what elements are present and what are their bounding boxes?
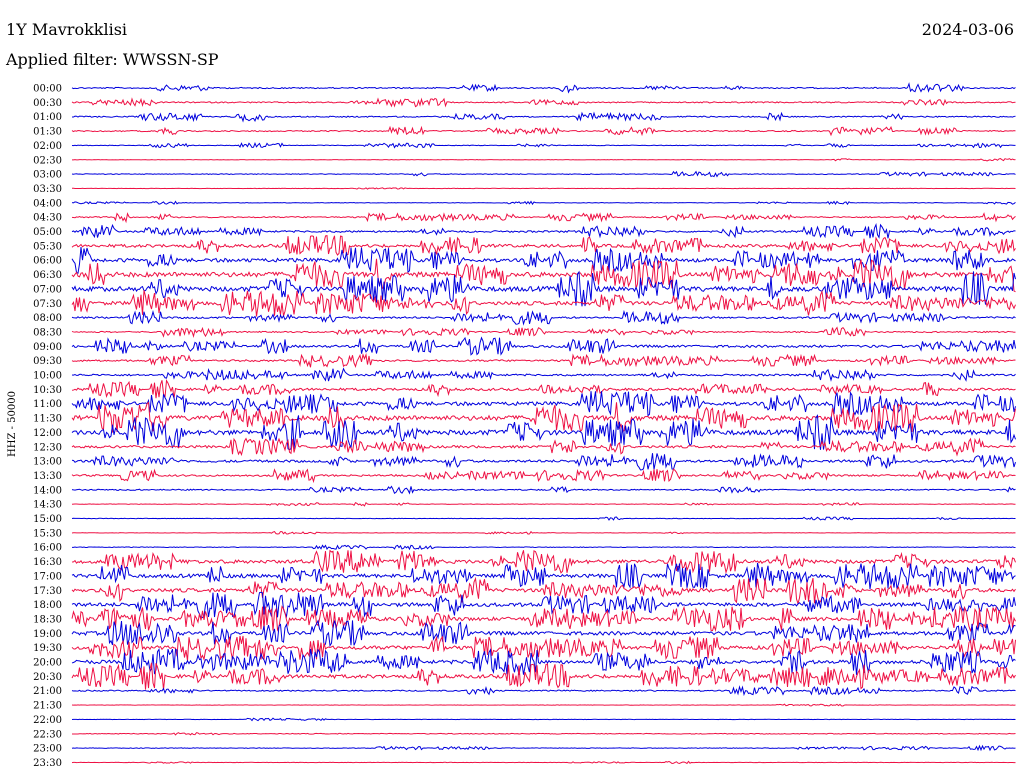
time-tick-label: 16:00 bbox=[33, 543, 62, 554]
trace-1500 bbox=[71, 516, 1016, 521]
time-tick-label: 05:30 bbox=[33, 241, 62, 252]
time-tick-label: 13:30 bbox=[33, 471, 62, 482]
time-tick-label: 22:30 bbox=[33, 729, 62, 740]
time-tick-label: 10:30 bbox=[33, 385, 62, 396]
time-tick-label: 11:00 bbox=[33, 399, 62, 410]
trace-0100 bbox=[71, 111, 1016, 123]
trace-1930 bbox=[71, 635, 1016, 662]
trace-1330 bbox=[71, 468, 1016, 484]
time-tick-label: 02:00 bbox=[33, 141, 62, 152]
time-tick-label: 21:30 bbox=[33, 701, 62, 712]
time-labels: 00:00 00:30 01:00 01:30 02:00 02:30 03:00 03:30… bbox=[33, 84, 62, 769]
time-tick-label: 19:00 bbox=[33, 629, 62, 640]
trace-0300 bbox=[71, 170, 1016, 178]
trace-0930 bbox=[71, 352, 1016, 369]
time-tick-label: 22:00 bbox=[33, 715, 62, 726]
time-tick-label: 06:00 bbox=[33, 256, 62, 267]
trace-0900 bbox=[71, 336, 1016, 356]
time-tick-label: 11:30 bbox=[33, 414, 62, 425]
time-tick-label: 17:30 bbox=[33, 586, 62, 597]
trace-0400 bbox=[71, 200, 1016, 206]
y-axis-label: HHZ - 50000 bbox=[7, 391, 18, 457]
trace-2330 bbox=[71, 760, 1016, 765]
trace-0730 bbox=[71, 289, 1016, 317]
trace-1230 bbox=[71, 437, 1016, 457]
time-tick-label: 07:30 bbox=[33, 299, 62, 310]
traces bbox=[71, 82, 1016, 765]
trace-1030 bbox=[71, 378, 1016, 400]
trace-2130 bbox=[71, 703, 1016, 707]
time-tick-label: 18:30 bbox=[33, 614, 62, 625]
time-tick-label: 00:30 bbox=[33, 98, 62, 109]
time-tick-label: 09:30 bbox=[33, 356, 62, 367]
trace-1700 bbox=[71, 562, 1016, 590]
trace-2000 bbox=[71, 648, 1016, 675]
trace-0500 bbox=[71, 222, 1016, 239]
trace-0230 bbox=[72, 158, 1016, 162]
trace-1530 bbox=[71, 530, 1016, 535]
trace-0830 bbox=[71, 326, 1016, 338]
trace-0030 bbox=[71, 97, 1016, 108]
time-tick-label: 04:30 bbox=[33, 213, 62, 224]
trace-2230 bbox=[71, 732, 1016, 736]
time-tick-label: 05:00 bbox=[33, 227, 62, 238]
trace-2030 bbox=[71, 662, 1016, 690]
trace-0530 bbox=[71, 234, 1016, 256]
trace-2200 bbox=[71, 717, 1016, 722]
time-tick-label: 18:00 bbox=[33, 600, 62, 611]
time-tick-label: 10:00 bbox=[33, 371, 62, 382]
trace-0000 bbox=[71, 82, 1016, 94]
time-tick-label: 01:30 bbox=[33, 127, 62, 138]
trace-0330 bbox=[71, 187, 1016, 190]
trace-0430 bbox=[71, 212, 1016, 224]
time-tick-label: 02:30 bbox=[33, 155, 62, 166]
time-tick-label: 16:30 bbox=[33, 557, 62, 568]
time-tick-label: 00:00 bbox=[33, 84, 62, 95]
time-tick-label: 14:00 bbox=[33, 485, 62, 496]
trace-1600 bbox=[71, 544, 1016, 551]
time-tick-label: 04:00 bbox=[33, 198, 62, 209]
time-tick-label: 12:30 bbox=[33, 442, 62, 453]
trace-0800 bbox=[71, 309, 1016, 326]
trace-1400 bbox=[71, 485, 1016, 495]
time-tick-label: 01:00 bbox=[33, 112, 62, 123]
time-tick-label: 21:00 bbox=[33, 686, 62, 697]
time-tick-label: 20:30 bbox=[33, 672, 62, 683]
time-tick-label: 23:30 bbox=[33, 758, 62, 769]
trace-1900 bbox=[71, 619, 1016, 648]
time-tick-label: 19:30 bbox=[33, 643, 62, 654]
time-tick-label: 06:30 bbox=[33, 270, 62, 281]
trace-1630 bbox=[71, 549, 1016, 575]
time-tick-label: 07:00 bbox=[33, 284, 62, 295]
trace-2300 bbox=[71, 744, 1016, 752]
time-tick-label: 15:00 bbox=[33, 514, 62, 525]
time-tick-label: 08:30 bbox=[33, 327, 62, 338]
time-tick-label: 03:30 bbox=[33, 184, 62, 195]
helicorder-plot: 00:00 00:30 01:00 01:30 02:00 02:30 03:00 03:30… bbox=[7, 82, 1016, 769]
trace-0200 bbox=[71, 142, 1016, 149]
trace-2100 bbox=[71, 685, 1016, 697]
time-tick-label: 03:00 bbox=[33, 170, 62, 181]
trace-1430 bbox=[71, 501, 1016, 507]
trace-0130 bbox=[71, 125, 1016, 137]
trace-1000 bbox=[71, 367, 1016, 382]
time-tick-label: 15:30 bbox=[33, 528, 62, 539]
trace-1300 bbox=[71, 453, 1016, 471]
time-tick-label: 20:00 bbox=[33, 658, 62, 669]
time-tick-label: 23:00 bbox=[33, 744, 62, 755]
trace-0700 bbox=[71, 270, 1016, 307]
time-tick-label: 13:00 bbox=[33, 457, 62, 468]
time-tick-label: 12:00 bbox=[33, 428, 62, 439]
time-tick-label: 08:00 bbox=[33, 313, 62, 324]
time-tick-label: 09:00 bbox=[33, 342, 62, 353]
time-tick-label: 17:00 bbox=[33, 571, 62, 582]
time-tick-label: 14:30 bbox=[33, 500, 62, 511]
